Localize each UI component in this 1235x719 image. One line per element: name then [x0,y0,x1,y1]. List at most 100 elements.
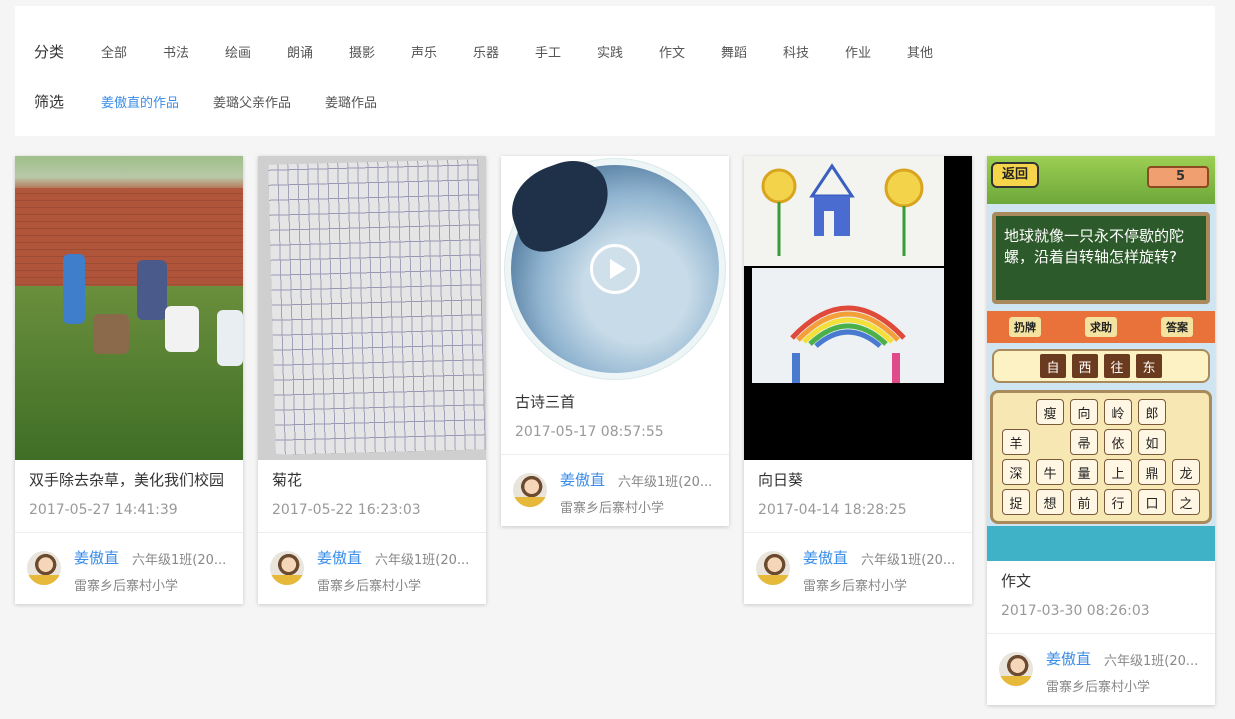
answer-char: 西 [1072,354,1098,378]
work-card[interactable]: 古诗三首 2017-05-17 08:57:55 姜傲直 六年级1班(20...… [501,156,729,526]
category-item[interactable]: 全部 [101,42,163,61]
letter-cell: 帚 [1070,429,1098,455]
work-thumbnail[interactable] [258,156,486,460]
video-thumbnail[interactable] [501,156,729,382]
game-tools: 扔牌 求助 答案 [987,311,1215,343]
author-footer: 姜傲直 六年级1班(20... 雷寨乡后寨村小学 [987,633,1215,705]
video-cover [511,165,719,373]
letter-cell [1172,429,1200,455]
letter-cell: 行 [1104,489,1132,515]
category-item[interactable]: 作文 [659,42,721,61]
author-footer: 姜傲直 六年级1班(20... 雷寨乡后寨村小学 [744,532,972,604]
category-item[interactable]: 舞蹈 [721,42,783,61]
work-card[interactable]: 返回 5 地球就像一只永不停歇的陀螺，沿着自转轴怎样旋转? 扔牌 求助 答案 自… [987,156,1215,705]
game-tool: 求助 [1085,317,1117,337]
work-thumbnail[interactable] [15,156,243,460]
category-item[interactable]: 朗诵 [287,42,349,61]
author-name[interactable]: 姜傲直 [317,547,362,568]
letter-cell [1036,429,1064,455]
letter-cell: 龙 [1172,459,1200,485]
work-card[interactable]: 双手除去杂草，美化我们校园 2017-05-27 14:41:39 姜傲直 六年… [15,156,243,604]
screen-item[interactable]: 姜傲直的作品 [101,92,179,111]
work-title[interactable]: 菊花 [258,460,486,492]
author-name[interactable]: 姜傲直 [803,547,848,568]
game-back-button: 返回 [991,162,1039,188]
avatar[interactable] [27,551,61,585]
work-date: 2017-05-17 08:57:55 [515,424,664,440]
work-thumbnail[interactable] [744,156,972,460]
author-class: 六年级1班(20... [861,553,956,568]
author-footer: 姜傲直 六年级1班(20... 雷寨乡后寨村小学 [258,532,486,604]
category-item[interactable]: 乐器 [473,42,535,61]
work-date: 2017-05-27 14:41:39 [29,502,178,518]
filter-panel: 分类 全部 书法 绘画 朗诵 摄影 声乐 乐器 手工 实践 作文 舞蹈 科技 作业 其他 筛选 姜傲直的作… [15,6,1215,136]
category-item[interactable]: 摄影 [349,42,411,61]
work-title[interactable]: 作文 [987,561,1215,593]
work-thumbnail[interactable]: 返回 5 地球就像一只永不停歇的陀螺，沿着自转轴怎样旋转? 扔牌 求助 答案 自… [987,156,1215,561]
category-item[interactable]: 书法 [163,42,225,61]
category-label: 分类 [34,42,65,61]
author-school: 雷寨乡后寨村小学 [74,579,179,594]
category-item[interactable]: 手工 [535,42,597,61]
sunflower-drawing [761,163,924,256]
author-school: 雷寨乡后寨村小学 [1046,680,1151,695]
letter-cell: 上 [1104,459,1132,485]
avatar[interactable] [270,551,304,585]
game-letter-grid: 瘦向岭郎羊 帚依如深牛量上鼎龙捉想前行口之 [990,390,1212,524]
play-icon[interactable] [590,244,640,294]
work-title[interactable]: 双手除去杂草，美化我们校园 [15,460,243,492]
author-name[interactable]: 姜傲直 [1046,648,1091,669]
author-class: 六年级1班(20... [132,553,227,568]
answer-char: 东 [1136,354,1162,378]
game-question: 地球就像一只永不停歇的陀螺，沿着自转轴怎样旋转? [992,212,1210,304]
screen-item[interactable]: 姜璐父亲作品 [213,92,291,111]
screen-list: 姜傲直的作品 姜璐父亲作品 姜璐作品 [101,92,411,111]
author-name[interactable]: 姜傲直 [560,469,605,490]
avatar[interactable] [999,652,1033,686]
avatar[interactable] [756,551,790,585]
letter-cell: 前 [1070,489,1098,515]
avatar[interactable] [513,473,547,507]
work-date: 2017-03-30 08:26:03 [1001,603,1150,619]
author-class: 六年级1班(20... [618,475,713,490]
category-item[interactable]: 科技 [783,42,845,61]
work-date: 2017-05-22 16:23:03 [272,502,421,518]
letter-cell: 如 [1138,429,1166,455]
letter-cell: 想 [1036,489,1064,515]
author-school: 雷寨乡后寨村小学 [803,579,908,594]
work-date: 2017-04-14 18:28:25 [758,502,907,518]
rainbow-drawing [790,305,906,383]
letter-cell: 郎 [1138,399,1166,425]
game-tool: 答案 [1161,317,1193,337]
category-item[interactable]: 声乐 [411,42,473,61]
letter-cell: 瘦 [1036,399,1064,425]
game-tool: 扔牌 [1009,317,1041,337]
category-item[interactable]: 实践 [597,42,659,61]
game-answer: 自西往东 [992,349,1210,383]
letter-cell: 依 [1104,429,1132,455]
work-title[interactable]: 向日葵 [744,460,972,492]
author-footer: 姜傲直 六年级1班(20... 雷寨乡后寨村小学 [15,532,243,604]
letter-cell: 牛 [1036,459,1064,485]
category-list: 全部 书法 绘画 朗诵 摄影 声乐 乐器 手工 实践 作文 舞蹈 科技 作业 其他 [101,42,947,61]
work-card[interactable]: 菊花 2017-05-22 16:23:03 姜傲直 六年级1班(20... 雷… [258,156,486,604]
letter-cell: 羊 [1002,429,1030,455]
letter-cell: 鼎 [1138,459,1166,485]
author-school: 雷寨乡后寨村小学 [317,579,422,594]
screen-item[interactable]: 姜璐作品 [325,92,377,111]
letter-cell: 捉 [1002,489,1030,515]
game-coin-count: 5 [1147,166,1209,188]
author-name[interactable]: 姜傲直 [74,547,119,568]
screen-label: 筛选 [34,92,65,111]
work-card[interactable]: 向日葵 2017-04-14 18:28:25 姜傲直 六年级1班(20... … [744,156,972,604]
category-item[interactable]: 绘画 [225,42,287,61]
work-title[interactable]: 古诗三首 [501,382,729,414]
category-item[interactable]: 作业 [845,42,907,61]
category-item[interactable]: 其他 [907,42,947,61]
letter-cell: 深 [1002,459,1030,485]
author-class: 六年级1班(20... [375,553,470,568]
letter-cell [1002,399,1030,425]
letter-cell: 岭 [1104,399,1132,425]
letter-cell [1172,399,1200,425]
letter-cell: 量 [1070,459,1098,485]
